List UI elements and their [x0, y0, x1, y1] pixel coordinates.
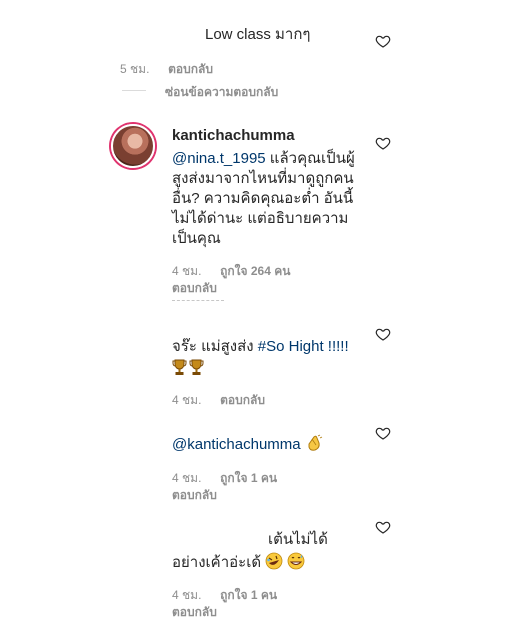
hide-replies-divider	[122, 90, 146, 91]
reply-button[interactable]: ตอบกลับ	[168, 62, 213, 76]
reply-button[interactable]: ตอบกลับ	[172, 486, 217, 505]
comment-text: เป็นคุณ	[172, 230, 221, 247]
reply-body-1: จร๊ะ แม่สูงส่ง #So Hight !!!!!	[172, 337, 372, 382]
reply-button[interactable]: ตอบกลับ	[220, 393, 265, 407]
trophy-emoji	[172, 359, 187, 376]
trophy-emoji	[189, 359, 204, 376]
rolling-laughing-emoji	[265, 552, 283, 570]
mention-link[interactable]: @nina.t_1995	[172, 150, 266, 167]
timestamp: 5 ชม.	[120, 62, 150, 76]
timestamp: 4 ชม.	[172, 471, 202, 485]
likes-count-button[interactable]: ถูกใจ 1 คน	[220, 588, 277, 602]
comment-body-main: @nina.t_1995 แล้วคุณเป็นผู้ สูงส่งมาจากไ…	[172, 149, 372, 249]
comment-username[interactable]: kantichachumma	[172, 127, 295, 144]
comment-text: ไม่ได้ด่านะ แต่อธิบายความ	[172, 210, 349, 227]
comment-text: เต้นไม่ได้	[268, 531, 328, 548]
like-heart-icon[interactable]	[375, 33, 391, 49]
reply-body-3: อย่างเค้าอ่ะเด้	[172, 552, 305, 573]
like-heart-icon[interactable]	[375, 519, 391, 535]
clapping-hands-emoji	[305, 434, 323, 452]
comment-meta-top: 5 ชม. ตอบกลับ	[120, 60, 213, 79]
like-heart-icon[interactable]	[375, 326, 391, 342]
avatar[interactable]	[111, 124, 155, 168]
thread-divider	[172, 300, 224, 302]
reply-button[interactable]: ตอบกลับ	[172, 279, 217, 298]
timestamp: 4 ชม.	[172, 264, 202, 278]
comment-text: จร๊ะ แม่สูงส่ง	[172, 338, 258, 355]
comment-text: อย่างเค้าอ่ะเด้	[172, 554, 266, 571]
timestamp: 4 ชม.	[172, 588, 202, 602]
mention-link[interactable]: @kantichachumma	[172, 436, 301, 453]
comment-text-top: Low class มากๆ	[205, 26, 311, 43]
hashtag-link[interactable]: #So Hight !!!!!	[258, 338, 349, 355]
reply-button[interactable]: ตอบกลับ	[172, 603, 217, 622]
hide-replies-button[interactable]: ซ่อนข้อความตอบกลับ	[165, 83, 278, 102]
like-heart-icon[interactable]	[375, 135, 391, 151]
comment-text: อื่น? ความคิดคุณอะต่ำ อันนี้	[172, 190, 354, 207]
timestamp: 4 ชม.	[172, 393, 202, 407]
comment-meta-reply1: 4 ชม. ตอบกลับ	[172, 391, 265, 410]
comment-text: สูงส่งมาจากไหนที่มาดูถูกคน	[172, 170, 354, 187]
grinning-sweat-emoji	[287, 552, 305, 570]
likes-count-button[interactable]: ถูกใจ 1 คน	[220, 471, 277, 485]
like-heart-icon[interactable]	[375, 425, 391, 441]
likes-count-button[interactable]: ถูกใจ 264 คน	[220, 264, 290, 278]
comment-text: แล้วคุณเป็นผู้	[265, 150, 355, 167]
reply-body-2: @kantichachumma	[172, 434, 323, 455]
